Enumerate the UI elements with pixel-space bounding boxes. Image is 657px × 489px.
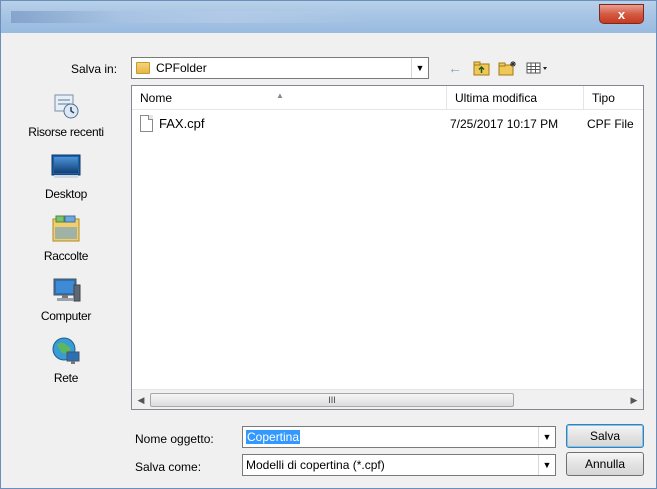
- save-button[interactable]: Salva: [566, 424, 644, 448]
- file-type: CPF File: [587, 117, 634, 131]
- libraries-icon: [50, 213, 82, 245]
- file-name: FAX.cpf: [159, 116, 205, 131]
- new-folder-icon[interactable]: [497, 59, 519, 77]
- chevron-down-icon[interactable]: ▼: [538, 455, 555, 475]
- filetype-label: Salva come:: [135, 460, 202, 474]
- desktop-icon: [50, 151, 82, 183]
- close-icon: x: [617, 6, 626, 22]
- save-in-value: CPFolder: [156, 61, 207, 75]
- save-in-label: Salva in:: [71, 62, 118, 76]
- grip-icon: III: [328, 395, 336, 405]
- chevron-down-icon[interactable]: ▼: [538, 427, 555, 447]
- filename-label: Nome oggetto:: [135, 432, 214, 446]
- title-bar[interactable]: x: [1, 1, 656, 33]
- scroll-right-icon[interactable]: ▶: [625, 390, 643, 410]
- scroll-thumb[interactable]: III: [150, 393, 514, 407]
- place-label: Rete: [53, 371, 79, 385]
- views-menu-icon[interactable]: [525, 59, 551, 77]
- scroll-left-icon[interactable]: ◀: [132, 390, 150, 410]
- sort-ascending-icon: ▲: [276, 91, 284, 100]
- file-list[interactable]: Nome ▲ Ultima modifica Tipo FAX.cpf 7/25…: [131, 85, 644, 410]
- place-libraries[interactable]: Raccolte: [9, 213, 123, 263]
- up-folder-icon[interactable]: [471, 59, 491, 77]
- computer-icon: [50, 273, 82, 305]
- list-header: Nome ▲ Ultima modifica Tipo: [132, 86, 643, 110]
- close-button[interactable]: x: [599, 4, 644, 24]
- window-title: [11, 11, 371, 23]
- folder-icon: [136, 62, 150, 74]
- chevron-down-icon[interactable]: ▼: [411, 58, 428, 78]
- place-label: Risorse recenti: [28, 125, 104, 139]
- place-computer[interactable]: Computer: [9, 273, 123, 323]
- file-modified: 7/25/2017 10:17 PM: [450, 117, 559, 131]
- network-icon: [50, 335, 82, 367]
- place-network[interactable]: Rete: [9, 335, 123, 385]
- save-dialog: x Salva in: CPFolder ▼ ← Risorse recenti…: [0, 0, 657, 489]
- places-bar: Risorse recenti Desktop Raccolte Compute…: [9, 85, 123, 400]
- column-header-modified[interactable]: Ultima modifica: [447, 86, 584, 110]
- filename-value: Copertina: [246, 430, 301, 444]
- file-icon: [140, 115, 153, 132]
- filename-input[interactable]: Copertina ▼: [242, 426, 556, 448]
- filetype-value: Modelli di copertina (*.cpf): [246, 458, 385, 472]
- horizontal-scrollbar[interactable]: ◀ III ▶: [132, 389, 643, 409]
- place-label: Desktop: [45, 187, 87, 201]
- filetype-select[interactable]: Modelli di copertina (*.cpf) ▼: [242, 454, 556, 476]
- place-label: Raccolte: [43, 249, 89, 263]
- cancel-button[interactable]: Annulla: [566, 452, 644, 476]
- place-desktop[interactable]: Desktop: [9, 151, 123, 201]
- save-in-combo[interactable]: CPFolder ▼: [131, 57, 429, 79]
- file-row[interactable]: FAX.cpf 7/25/2017 10:17 PM CPF File: [132, 114, 643, 134]
- column-header-name[interactable]: Nome ▲: [132, 86, 447, 110]
- column-header-type[interactable]: Tipo: [584, 86, 643, 110]
- place-label: Computer: [40, 309, 92, 323]
- back-arrow-icon[interactable]: ←: [446, 59, 464, 77]
- dialog-body: Salva in: CPFolder ▼ ← Risorse recenti D…: [9, 33, 650, 482]
- place-recent[interactable]: Risorse recenti: [9, 89, 123, 139]
- recent-places-icon: [50, 89, 82, 121]
